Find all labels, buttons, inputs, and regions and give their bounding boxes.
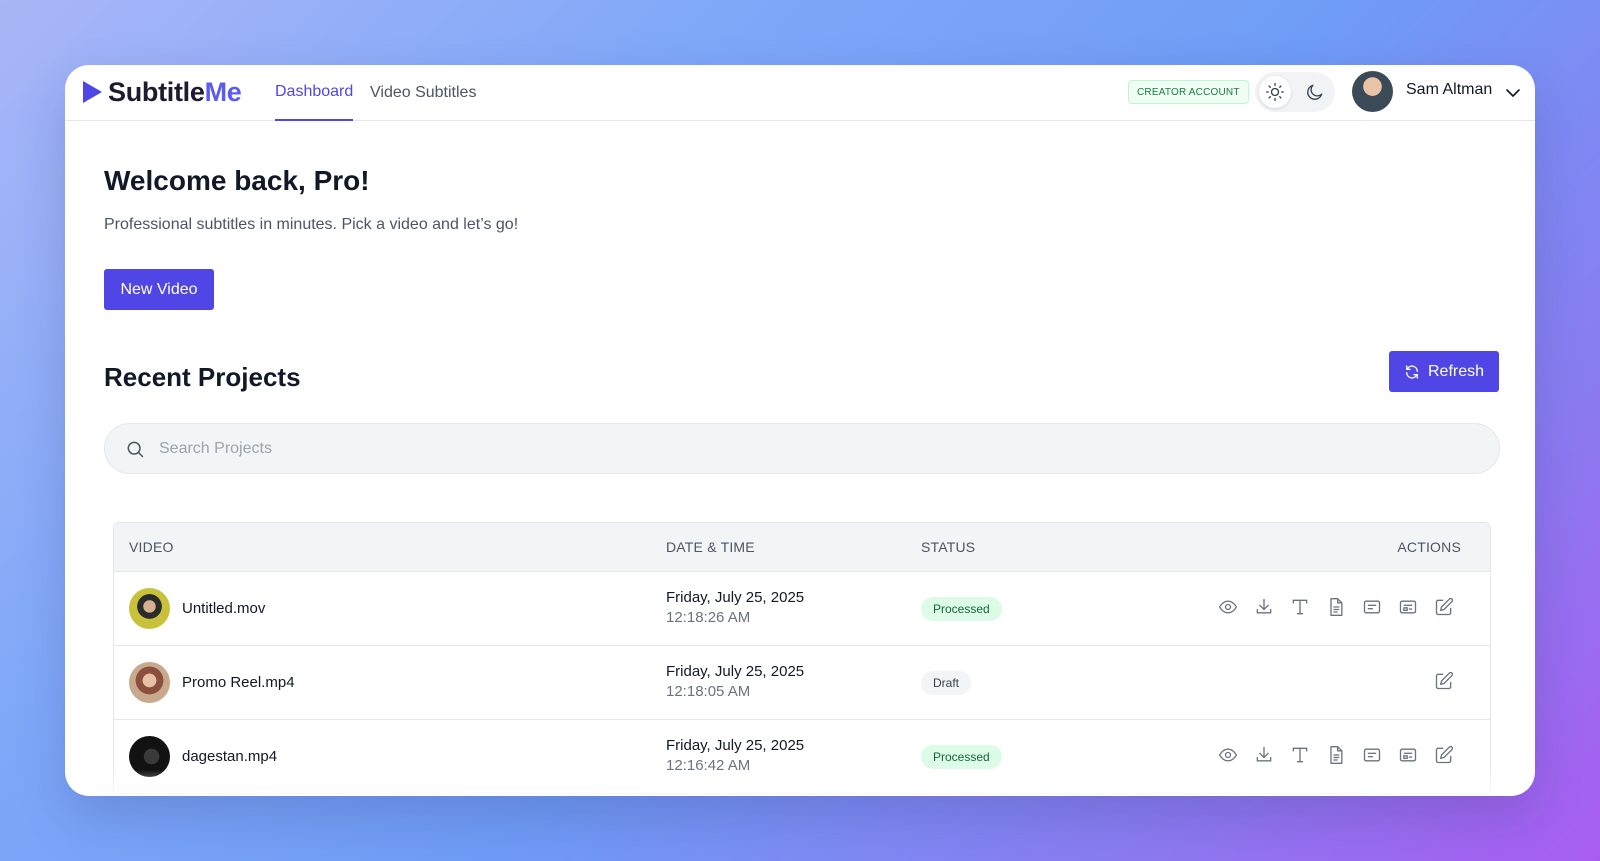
refresh-icon (1405, 364, 1418, 379)
sun-icon (1266, 83, 1284, 102)
eye-icon (1218, 748, 1238, 762)
text-button[interactable] (1282, 743, 1318, 767)
top-navigation-bar: SubtitleMe Dashboard Video Subtitles CRE… (65, 65, 1535, 121)
video-date: Friday, July 25, 2025 (666, 737, 805, 754)
video-date: Friday, July 25, 2025 (666, 663, 805, 680)
caption-icon (1399, 600, 1417, 614)
preview-button[interactable] (1210, 595, 1246, 619)
download-icon (1256, 598, 1272, 614)
subtitle-button[interactable] (1354, 595, 1390, 619)
column-header-status: STATUS (921, 539, 976, 555)
tab-video-subtitles[interactable]: Video Subtitles (370, 65, 476, 121)
user-name[interactable]: Sam Altman (1406, 81, 1492, 99)
column-header-actions: ACTIONS (1397, 539, 1461, 555)
document-icon (1330, 746, 1343, 764)
edit-icon (1435, 597, 1454, 616)
edit-icon (1435, 745, 1454, 764)
download-button[interactable] (1246, 595, 1282, 619)
text-icon (1292, 599, 1308, 615)
projects-table: VIDEO DATE & TIME STATUS ACTIONS Untitle… (113, 522, 1491, 796)
user-avatar[interactable] (1352, 71, 1393, 112)
subtitle-icon (1363, 748, 1381, 762)
light-mode-button[interactable] (1259, 76, 1291, 108)
status-badge: Processed (921, 597, 1002, 621)
play-logo-icon (83, 81, 102, 103)
caption-button[interactable] (1390, 595, 1426, 619)
tab-dashboard[interactable]: Dashboard (275, 65, 354, 121)
row-actions (1426, 669, 1462, 693)
download-icon (1256, 746, 1272, 762)
caption-button[interactable] (1390, 743, 1426, 767)
video-time: 12:18:26 AM (666, 609, 751, 626)
document-button[interactable] (1318, 595, 1354, 619)
section-title: Recent Projects (104, 362, 301, 392)
refresh-button[interactable]: Refresh (1389, 351, 1499, 392)
preview-button[interactable] (1210, 743, 1246, 767)
moon-icon (1307, 84, 1323, 100)
scroll-fade (113, 770, 1491, 796)
subtitle-icon (1363, 600, 1381, 614)
logo[interactable]: SubtitleMe (83, 77, 242, 107)
table-header: VIDEO DATE & TIME STATUS ACTIONS (114, 523, 1490, 572)
row-actions (1210, 595, 1462, 619)
refresh-label: Refresh (1427, 362, 1485, 380)
creator-account-badge: CREATOR ACCOUNT (1128, 80, 1249, 104)
video-name[interactable]: Promo Reel.mp4 (182, 674, 295, 691)
caption-icon (1399, 748, 1417, 762)
video-time: 12:18:05 AM (666, 683, 751, 700)
theme-toggle[interactable] (1255, 72, 1335, 112)
logo-text: SubtitleMe (108, 76, 242, 107)
status-badge: Draft (921, 671, 972, 695)
edit-icon (1435, 671, 1454, 690)
column-header-video: VIDEO (129, 539, 174, 555)
search-input[interactable] (159, 439, 1459, 458)
new-video-button[interactable]: New Video (104, 269, 214, 310)
video-thumbnail (129, 588, 170, 629)
document-icon (1330, 598, 1343, 616)
app-window: SubtitleMe Dashboard Video Subtitles CRE… (65, 65, 1535, 796)
page-subtitle: Professional subtitles in minutes. Pick … (104, 216, 519, 233)
table-row[interactable]: Promo Reel.mp4 Friday, July 25, 2025 12:… (114, 646, 1490, 720)
dark-mode-button[interactable] (1299, 76, 1331, 108)
text-button[interactable] (1282, 595, 1318, 619)
chevron-down-icon[interactable] (1505, 85, 1521, 101)
row-actions (1210, 743, 1462, 767)
video-name[interactable]: Untitled.mov (182, 600, 265, 617)
document-button[interactable] (1318, 743, 1354, 767)
search-icon (127, 441, 144, 457)
video-date: Friday, July 25, 2025 (666, 589, 805, 606)
search-bar[interactable] (104, 423, 1500, 474)
text-icon (1292, 747, 1308, 763)
column-header-date: DATE & TIME (666, 539, 755, 555)
subtitle-button[interactable] (1354, 743, 1390, 767)
download-button[interactable] (1246, 743, 1282, 767)
edit-button[interactable] (1426, 743, 1462, 767)
page-title: Welcome back, Pro! (104, 165, 370, 196)
edit-button[interactable] (1426, 669, 1462, 693)
video-name[interactable]: dagestan.mp4 (182, 748, 277, 765)
status-badge: Processed (921, 745, 1002, 769)
table-row[interactable]: Untitled.mov Friday, July 25, 2025 12:18… (114, 572, 1490, 646)
edit-button[interactable] (1426, 595, 1462, 619)
video-thumbnail (129, 662, 170, 703)
eye-icon (1218, 600, 1238, 614)
